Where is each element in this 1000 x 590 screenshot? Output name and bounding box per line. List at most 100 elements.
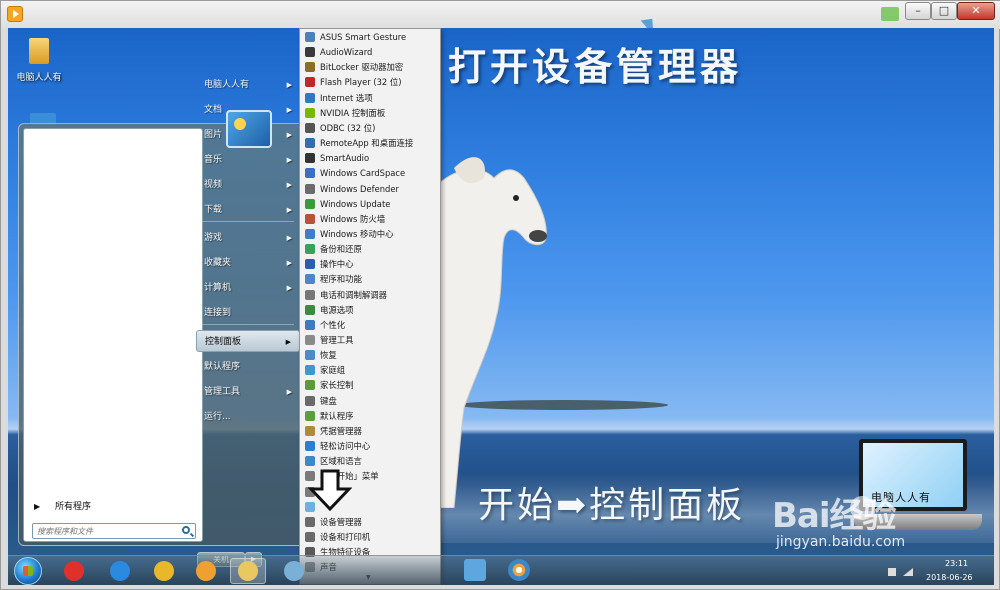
action-center-icon	[305, 259, 315, 270]
control-panel-item[interactable]: 操作中心	[300, 257, 440, 272]
control-panel-item[interactable]: Windows 移动中心	[300, 227, 440, 242]
control-panel-item-label: Windows 防火墙	[320, 213, 386, 224]
control-panel-item[interactable]: Windows 防火墙	[300, 212, 440, 227]
programs-pane: ▶ 所有程序	[23, 128, 203, 542]
start-menu-link[interactable]: 默认程序	[196, 356, 300, 378]
taskbar-pinned-button[interactable]	[56, 558, 92, 584]
start-menu-link[interactable]: 连接到	[196, 302, 300, 324]
minimize-button[interactable]: –	[905, 2, 931, 20]
submenu-arrow-icon: ▶	[286, 181, 292, 189]
control-panel-item-label: Windows CardSpace	[320, 168, 406, 179]
user-folder-icon	[29, 38, 49, 64]
control-panel-item[interactable]: 设备和打印机	[300, 530, 440, 545]
control-panel-item[interactable]: Flash Player (32 位)	[300, 75, 440, 90]
taskbar-pinned-button[interactable]	[188, 558, 224, 584]
start-menu-link[interactable]: 下载 ▶	[196, 199, 300, 221]
control-panel-item[interactable]: Internet 选项	[300, 91, 440, 106]
start-menu-link[interactable]: 计算机 ▶	[196, 277, 300, 299]
control-panel-item[interactable]: RemoteApp 和桌面连接	[300, 136, 440, 151]
all-programs-button[interactable]: ▶ 所有程序	[34, 499, 91, 512]
title-bar[interactable]: – □ ✕	[1, 1, 1000, 36]
search-input[interactable]	[33, 524, 173, 538]
device-manager-icon	[305, 516, 315, 527]
taskbar-pinned-button[interactable]	[230, 558, 266, 584]
start-menu-link-label: 默认程序	[204, 362, 241, 372]
control-panel-item[interactable]: ODBC (32 位)	[300, 121, 440, 136]
start-menu-link[interactable]: 运行...	[196, 406, 300, 428]
desktop-shortcut[interactable]: 电脑人人有	[11, 38, 67, 83]
paint-icon[interactable]	[508, 559, 530, 581]
control-panel-item[interactable]: 恢复	[300, 348, 440, 363]
start-menu-link-label: 计算机	[204, 283, 232, 293]
start-menu-link[interactable]: 管理工具 ▶	[196, 381, 300, 403]
control-panel-item[interactable]: BitLocker 驱动器加密	[300, 60, 440, 75]
action-center-flag-icon[interactable]	[888, 568, 896, 576]
taskbar-pinned-button[interactable]	[146, 558, 182, 584]
control-panel-item-label: Windows 移动中心	[320, 228, 394, 239]
control-panel-item-label: 区域和语言	[320, 456, 362, 467]
subtitle-text: 开始➡控制面板	[478, 485, 746, 526]
phone-icon	[305, 289, 315, 300]
start-menu-link-label: 图片	[204, 130, 223, 140]
control-panel-item-label: Flash Player (32 位)	[320, 77, 402, 88]
control-panel-item[interactable]: 凭据管理器	[300, 424, 440, 439]
region-icon	[305, 456, 315, 467]
start-menu-link[interactable]: 视频 ▶	[196, 174, 300, 196]
control-panel-item[interactable]: Windows Update	[300, 197, 440, 212]
start-menu-link-label: 电脑人人有	[204, 80, 250, 90]
maximize-button[interactable]: □	[931, 2, 957, 20]
control-panel-item-label: BitLocker 驱动器加密	[320, 62, 404, 73]
control-panel-item[interactable]: Windows CardSpace	[300, 166, 440, 181]
taskbar-pinned-button[interactable]	[102, 558, 138, 584]
start-menu-link[interactable]: 文档 ▶	[196, 99, 300, 121]
start-menu-link[interactable]: 收藏夹 ▶	[196, 252, 300, 274]
start-menu-link[interactable]: 音乐 ▶	[196, 149, 300, 171]
update-icon	[305, 198, 315, 209]
close-button[interactable]: ✕	[957, 2, 995, 20]
taskbar-pinned-button[interactable]	[276, 558, 312, 584]
control-panel-item[interactable]: 程序和功能	[300, 272, 440, 287]
network-icon[interactable]	[903, 568, 913, 576]
control-panel-item-label: 电话和调制解调器	[320, 289, 387, 300]
start-menu-link[interactable]: 控制面板 ▶	[196, 330, 300, 352]
control-panel-item[interactable]: 家长控制	[300, 378, 440, 393]
start-menu-link[interactable]: 图片 ▶	[196, 124, 300, 146]
control-panel-item[interactable]: 默认程序	[300, 409, 440, 424]
start-menu-link[interactable]: 电脑人人有 ▶	[196, 74, 300, 96]
submenu-arrow-icon: ▶	[286, 388, 292, 396]
credential-icon	[305, 425, 315, 436]
control-panel-item[interactable]: 管理工具	[300, 333, 440, 348]
printer-icon	[305, 531, 315, 542]
backup-icon	[305, 244, 315, 255]
taskbar-remote-icon[interactable]	[464, 559, 486, 581]
control-panel-item[interactable]: 个性化	[300, 318, 440, 333]
control-panel-item[interactable]: AudioWizard	[300, 45, 440, 60]
start-button[interactable]	[14, 557, 42, 585]
control-panel-item-label: RemoteApp 和桌面连接	[320, 138, 414, 149]
control-panel-item[interactable]: 家庭组	[300, 363, 440, 378]
control-panel-item[interactable]: 电源选项	[300, 303, 440, 318]
control-panel-item[interactable]: 键盘	[300, 394, 440, 409]
control-panel-item-label: ODBC (32 位)	[320, 122, 376, 133]
control-panel-item[interactable]: NVIDIA 控制面板	[300, 106, 440, 121]
control-panel-item[interactable]: Windows Defender	[300, 182, 440, 197]
start-menu-link[interactable]: 游戏 ▶	[196, 227, 300, 249]
control-panel-item-label: 家长控制	[320, 380, 354, 391]
control-panel-item[interactable]: 备份和还原	[300, 242, 440, 257]
chrome-icon	[154, 561, 174, 581]
search-box[interactable]	[32, 523, 196, 539]
clock-time[interactable]: 23:11	[945, 559, 968, 568]
control-panel-item[interactable]: 设备管理器	[300, 515, 440, 530]
explorer-icon	[238, 561, 258, 581]
bitlocker-icon	[305, 62, 315, 73]
search-icon[interactable]	[182, 526, 190, 534]
control-panel-item[interactable]: 电话和调制解调器	[300, 288, 440, 303]
control-panel-item[interactable]: 轻松访问中心	[300, 439, 440, 454]
control-panel-item-label: 个性化	[320, 319, 346, 330]
watermark: Bai经验 jingyan.baidu.com	[768, 488, 988, 558]
control-panel-item[interactable]: SmartAudio	[300, 151, 440, 166]
firewall-icon	[305, 213, 315, 224]
control-panel-item[interactable]: 区域和语言	[300, 454, 440, 469]
clock-date[interactable]: 2018-06-26	[926, 573, 973, 582]
control-panel-item[interactable]: ASUS Smart Gesture	[300, 30, 440, 45]
